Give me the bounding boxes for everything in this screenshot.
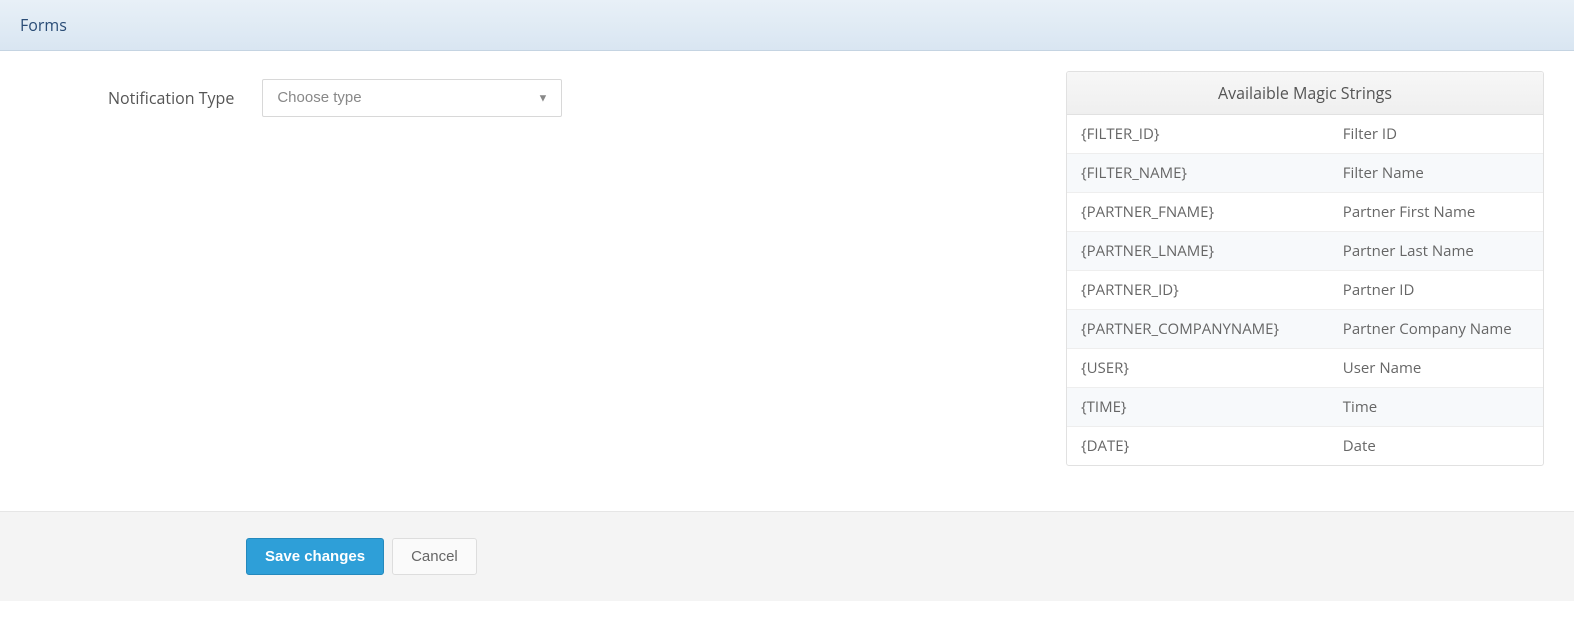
form-column: Notification Type Choose type ▼ (30, 71, 1046, 471)
magic-row: {FILTER_ID}Filter ID (1067, 115, 1543, 154)
magic-desc: User Name (1329, 349, 1543, 387)
magic-row: {PARTNER_FNAME}Partner First Name (1067, 193, 1543, 232)
magic-token: {PARTNER_FNAME} (1067, 193, 1329, 231)
magic-row: {TIME}Time (1067, 388, 1543, 427)
page-title: Forms (20, 14, 1554, 36)
magic-row: {USER}User Name (1067, 349, 1543, 388)
notification-type-select[interactable]: Choose type (262, 79, 562, 117)
magic-desc: Partner Last Name (1329, 232, 1543, 270)
magic-desc: Filter Name (1329, 154, 1543, 192)
magic-token: {PARTNER_LNAME} (1067, 232, 1329, 270)
magic-token: {PARTNER_COMPANYNAME} (1067, 310, 1329, 348)
save-button[interactable]: Save changes (246, 538, 384, 575)
notification-type-select-wrap: Choose type ▼ (262, 79, 562, 117)
magic-desc: Partner First Name (1329, 193, 1543, 231)
notification-type-row: Notification Type Choose type ▼ (30, 79, 1046, 117)
magic-desc: Partner ID (1329, 271, 1543, 309)
magic-token: {FILTER_ID} (1067, 115, 1329, 153)
page-header: Forms (0, 0, 1574, 51)
cancel-button[interactable]: Cancel (392, 538, 477, 575)
magic-row: {PARTNER_LNAME}Partner Last Name (1067, 232, 1543, 271)
main-content: Notification Type Choose type ▼ Availaib… (0, 51, 1574, 511)
magic-token: {USER} (1067, 349, 1329, 387)
magic-token: {FILTER_NAME} (1067, 154, 1329, 192)
magic-row: {PARTNER_COMPANYNAME}Partner Company Nam… (1067, 310, 1543, 349)
magic-desc: Time (1329, 388, 1543, 426)
notification-type-label: Notification Type (108, 87, 234, 109)
magic-strings-header: Availaible Magic Strings (1067, 72, 1543, 115)
magic-desc: Partner Company Name (1329, 310, 1543, 348)
magic-desc: Date (1329, 427, 1543, 465)
magic-row: {FILTER_NAME}Filter Name (1067, 154, 1543, 193)
magic-row: {DATE}Date (1067, 427, 1543, 465)
magic-strings-body: {FILTER_ID}Filter ID{FILTER_NAME}Filter … (1067, 115, 1543, 465)
footer-actions: Save changes Cancel (0, 511, 1574, 601)
magic-strings-panel: Availaible Magic Strings {FILTER_ID}Filt… (1066, 71, 1544, 466)
magic-token: {TIME} (1067, 388, 1329, 426)
magic-token: {DATE} (1067, 427, 1329, 465)
magic-row: {PARTNER_ID}Partner ID (1067, 271, 1543, 310)
magic-desc: Filter ID (1329, 115, 1543, 153)
magic-strings-column: Availaible Magic Strings {FILTER_ID}Filt… (1066, 71, 1544, 471)
magic-token: {PARTNER_ID} (1067, 271, 1329, 309)
